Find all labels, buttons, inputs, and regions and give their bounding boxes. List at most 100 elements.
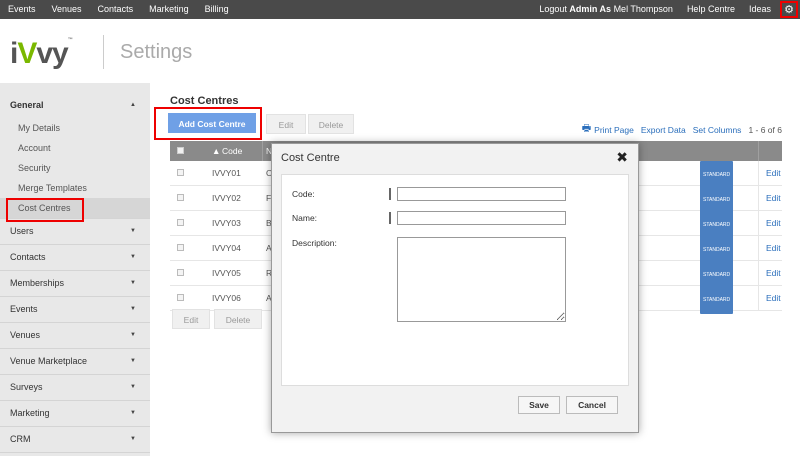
column-separator — [758, 211, 759, 235]
row-edit-link[interactable]: Edit — [766, 211, 781, 235]
caret-down-icon: ▼ — [130, 254, 136, 260]
caret-down-icon: ▼ — [130, 384, 136, 390]
row-checkbox[interactable] — [177, 194, 184, 201]
logout-link[interactable]: Logout Admin As Mel Thompson — [532, 0, 680, 19]
nav-contacts[interactable]: Contacts — [90, 0, 142, 19]
column-separator — [758, 161, 759, 185]
edit-button-bottom[interactable]: Edit — [172, 309, 210, 329]
header-divider — [103, 35, 104, 69]
top-nav-user-area: Logout Admin As Mel Thompson Help Centre… — [532, 0, 800, 19]
settings-sidebar: General ▲ My Details Account Security Me… — [0, 83, 150, 456]
column-separator — [262, 141, 263, 161]
section-title: Cost Centres — [170, 95, 239, 107]
sidebar-section-label: General — [10, 100, 44, 110]
cost-centres-highlight — [6, 198, 84, 222]
ideas-link[interactable]: Ideas — [742, 0, 778, 19]
sidebar-section-venue-marketplace[interactable]: Venue Marketplace ▼ — [0, 349, 150, 375]
print-page-link[interactable]: Print Page — [594, 125, 634, 135]
row-edit-link[interactable]: Edit — [766, 286, 781, 310]
column-separator — [758, 236, 759, 260]
export-data-link[interactable]: Export Data — [641, 125, 686, 135]
sidebar-section-users[interactable]: Users ▼ — [0, 219, 150, 245]
table-toolbar: 🖶 Print Page Export Data Set Columns 1 -… — [575, 121, 782, 138]
set-columns-link[interactable]: Set Columns — [693, 125, 742, 135]
nav-events[interactable]: Events — [0, 0, 44, 19]
status-badge: STANDARD — [700, 286, 734, 314]
name-label: Name: — [292, 213, 318, 223]
sidebar-item-account[interactable]: Account — [0, 138, 150, 158]
sidebar-section-events[interactable]: Events ▼ — [0, 297, 150, 323]
help-centre-link[interactable]: Help Centre — [680, 0, 742, 19]
row-edit-link[interactable]: Edit — [766, 161, 781, 185]
row-checkbox[interactable] — [177, 244, 184, 251]
row-edit-link[interactable]: Edit — [766, 261, 781, 285]
caret-down-icon: ▼ — [130, 332, 136, 338]
delete-button[interactable]: Delete — [308, 114, 354, 134]
delete-button-bottom[interactable]: Delete — [214, 309, 262, 329]
sidebar-section-crm[interactable]: CRM ▼ — [0, 427, 150, 453]
nav-venues[interactable]: Venues — [44, 0, 90, 19]
row-checkbox[interactable] — [177, 219, 184, 226]
sidebar-item-merge-templates[interactable]: Merge Templates — [0, 178, 150, 198]
logout-prefix: Logout — [539, 4, 567, 14]
sidebar-section-label: Events — [10, 304, 38, 314]
sidebar-section-label: Venue Marketplace — [10, 356, 88, 366]
sidebar-section-contacts[interactable]: Contacts ▼ — [0, 245, 150, 271]
name-input[interactable] — [397, 211, 566, 225]
settings-button[interactable]: ⚙ — [780, 1, 798, 18]
row-checkbox[interactable] — [177, 294, 184, 301]
caret-down-icon: ▼ — [130, 280, 136, 286]
pagination-count: 1 - 6 of 6 — [748, 124, 782, 135]
code-label: Code: — [292, 189, 315, 199]
dialog-form: Code: Name: Description: — [281, 174, 629, 386]
caret-down-icon: ▼ — [130, 306, 136, 312]
logo-v: V — [17, 37, 37, 70]
caret-down-icon: ▼ — [130, 358, 136, 364]
sidebar-section-memberships[interactable]: Memberships ▼ — [0, 271, 150, 297]
select-all-checkbox[interactable] — [177, 147, 184, 154]
sidebar-section-label: Surveys — [10, 382, 43, 392]
top-nav-menu: Events Venues Contacts Marketing Billing — [0, 0, 237, 19]
save-button[interactable]: Save — [518, 396, 560, 414]
row-checkbox[interactable] — [177, 269, 184, 276]
cell-code: IVVY04 — [212, 243, 241, 253]
sort-up-icon[interactable]: ▲ — [212, 141, 220, 161]
column-separator — [758, 141, 759, 161]
description-textarea[interactable] — [397, 237, 566, 322]
cell-code: IVVY01 — [212, 168, 241, 178]
column-separator — [758, 186, 759, 210]
description-label: Description: — [292, 238, 337, 248]
ivvy-logo[interactable]: iVvy™ — [10, 37, 73, 71]
cell-code: IVVY03 — [212, 218, 241, 228]
status-badge: STANDARD — [700, 261, 734, 289]
printer-icon[interactable]: 🖶 — [582, 121, 591, 138]
close-icon[interactable]: ✖ — [616, 149, 628, 166]
status-badge: STANDARD — [700, 186, 734, 214]
cancel-button[interactable]: Cancel — [566, 396, 618, 414]
row-checkbox[interactable] — [177, 169, 184, 176]
sidebar-item-my-details[interactable]: My Details — [0, 118, 150, 138]
edit-button[interactable]: Edit — [266, 114, 306, 134]
code-input[interactable] — [397, 187, 566, 201]
add-cost-centre-button[interactable]: Add Cost Centre — [168, 113, 256, 133]
status-badge: STANDARD — [700, 161, 734, 189]
nav-marketing[interactable]: Marketing — [141, 0, 197, 19]
cell-code: IVVY02 — [212, 193, 241, 203]
sidebar-section-venues[interactable]: Venues ▼ — [0, 323, 150, 349]
sidebar-section-label: CRM — [10, 434, 31, 444]
caret-down-icon: ▼ — [130, 228, 136, 234]
caret-up-icon: ▲ — [130, 102, 136, 108]
sidebar-section-marketing[interactable]: Marketing ▼ — [0, 401, 150, 427]
sidebar-section-general[interactable]: General ▲ — [0, 93, 150, 118]
page-title: Settings — [120, 41, 193, 63]
sidebar-section-label: Marketing — [10, 408, 50, 418]
nav-billing[interactable]: Billing — [197, 0, 237, 19]
col-header-code[interactable]: Code — [222, 141, 242, 161]
sidebar-section-surveys[interactable]: Surveys ▼ — [0, 375, 150, 401]
sidebar-item-security[interactable]: Security — [0, 158, 150, 178]
required-indicator — [389, 212, 391, 224]
row-edit-link[interactable]: Edit — [766, 236, 781, 260]
row-edit-link[interactable]: Edit — [766, 186, 781, 210]
required-indicator — [389, 188, 391, 200]
